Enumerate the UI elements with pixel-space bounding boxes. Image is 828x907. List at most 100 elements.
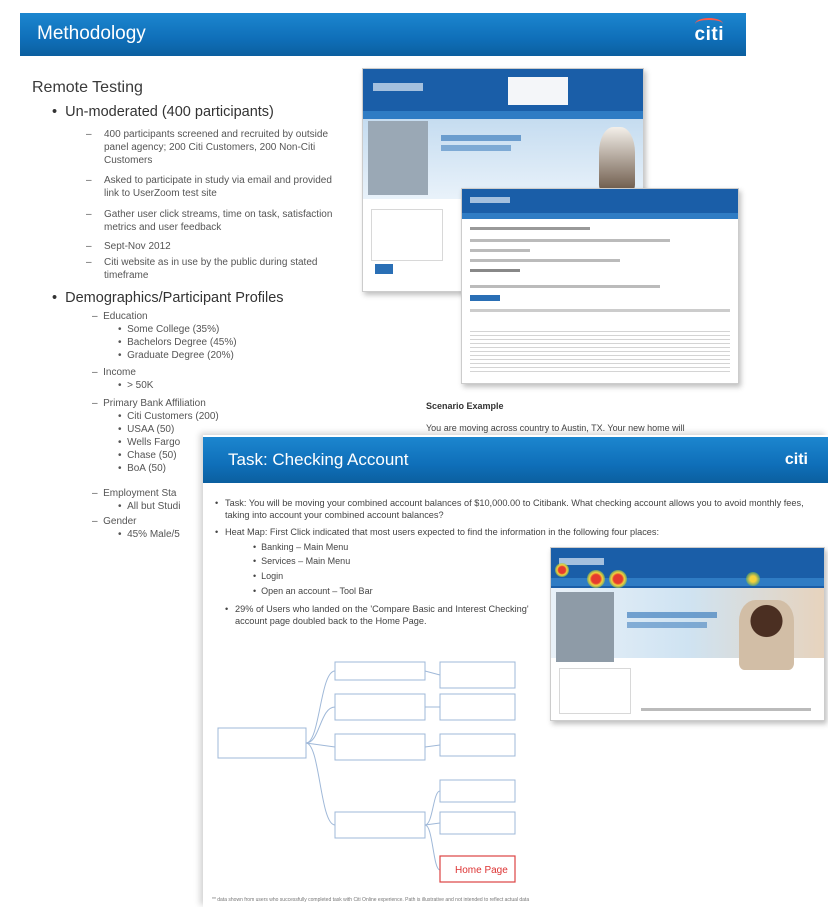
screenshot-line: [470, 269, 520, 272]
path-node: [439, 779, 516, 803]
demo-employment-item: • All but Studi: [118, 501, 181, 512]
demo-item-text: Citi Customers (200): [127, 411, 219, 422]
sub-bullet-clickstreams: – Gather user click streams, time on task…: [86, 208, 342, 234]
demo-income-item: • > 50K: [118, 380, 154, 391]
citi-logo: citi: [694, 18, 724, 46]
sub-bullet-text: 400 participants screened and recruited …: [104, 129, 329, 166]
demo-item-text: USAA (50): [127, 424, 175, 435]
citi-logo: citi: [784, 451, 808, 468]
screenshot-sidebar: [556, 592, 614, 662]
methodology-banner: Methodology citi: [20, 13, 746, 56]
screenshot-logo-placeholder: [373, 83, 423, 91]
screenshot-logo-placeholder: [470, 197, 510, 203]
screenshot-hero-person: [739, 600, 794, 670]
sub-bullet-email: – Asked to participate in study via email…: [86, 174, 342, 200]
screenshot-line: [470, 285, 660, 288]
bullet-unmoderated-text: Un-moderated (400 participants): [65, 104, 274, 120]
path-edge: [424, 824, 441, 871]
demo-label-text: Education: [103, 311, 148, 322]
task-title: Task: Checking Account: [228, 450, 409, 469]
demo-bank-item: • Citi Customers (200): [118, 411, 219, 422]
screenshot-fine-print: [470, 331, 730, 373]
place-item: • Open an account – Tool Bar: [253, 586, 373, 596]
path-node: [334, 733, 426, 761]
heat-spot-banking-icon: [587, 570, 605, 588]
screenshot-line: [470, 249, 530, 252]
bullet-demographics: • Demographics/Participant Profiles: [52, 290, 284, 306]
account-page-screenshot: [461, 188, 739, 384]
checking-account-slide: Task: Checking Account citi • Task: You w…: [203, 435, 828, 907]
demo-education-item: • Bachelors Degree (45%): [118, 337, 237, 348]
screenshot-sidebar: [368, 121, 428, 195]
screenshot-line: [470, 309, 730, 312]
place-item-text: Login: [261, 571, 284, 581]
demo-item-text: BoA (50): [127, 463, 166, 474]
sub-bullet-text: Sept-Nov 2012: [104, 241, 171, 252]
demo-gender-item: • 45% Male/5: [118, 529, 180, 540]
demo-item-text: Graduate Degree (20%): [127, 350, 234, 361]
demo-label-text: Gender: [103, 516, 137, 527]
path-node: [334, 693, 426, 721]
task-banner: Task: Checking Account citi: [203, 437, 828, 483]
screenshot-footer: [641, 708, 811, 711]
path-node-start: [217, 727, 307, 759]
screenshot-hero-text: [441, 145, 511, 151]
task-description: • Task: You will be moving your combined …: [215, 498, 804, 520]
demo-bank-label: – Primary Bank Affiliation: [92, 398, 206, 409]
heat-spot-open-account-icon: [746, 572, 760, 586]
demo-label-text: Employment Sta: [103, 488, 177, 499]
path-edge: [424, 744, 441, 748]
path-edge: [305, 706, 336, 744]
place-item-text: Services – Main Menu: [261, 556, 351, 566]
demo-income-label: – Income: [92, 367, 136, 378]
heatmap-description-text: Heat Map: First Click indicated that mos…: [225, 527, 660, 537]
path-edge: [305, 742, 336, 826]
screenshot-nav: [363, 111, 643, 119]
screenshot-tab: [470, 295, 500, 301]
demo-item-text: All but Studi: [127, 501, 181, 512]
screenshot-login-box: [508, 77, 568, 105]
screenshot-line: [470, 259, 620, 262]
path-edge: [424, 670, 441, 676]
path-node: [439, 661, 516, 689]
demo-label-text: Income: [103, 367, 136, 378]
screenshot-line: [470, 227, 590, 230]
screenshot-hero-text: [627, 622, 707, 628]
heatmap-screenshot: [550, 547, 825, 721]
heatmap-description: • Heat Map: First Click indicated that mo…: [215, 527, 660, 537]
heat-spot-services-icon: [609, 570, 627, 588]
screenshot-hero-person: [599, 127, 635, 191]
path-edge: [424, 790, 441, 826]
scenario-label: Scenario Example: [426, 401, 504, 411]
screenshot-panel: [371, 209, 443, 261]
demo-item-text: > 50K: [127, 380, 154, 391]
bullet-unmoderated: • Un-moderated (400 participants): [52, 104, 274, 120]
screenshot-panel: [559, 668, 631, 714]
path-edge: [305, 670, 336, 744]
sub-bullet-text: Gather user click streams, time on task,…: [104, 209, 333, 233]
screenshot-line: [470, 239, 670, 242]
path-node: [439, 811, 516, 835]
demo-education-item: • Some College (35%): [118, 324, 220, 335]
sub-bullet-dates: – Sept-Nov 2012: [86, 240, 342, 253]
sub-bullet-text: Asked to participate in study via email …: [104, 175, 332, 199]
sub-bullet-website: – Citi website as in use by the public du…: [86, 256, 342, 282]
path-node: [334, 811, 426, 839]
screenshot-button: [375, 264, 393, 274]
screenshot-hero-text: [441, 135, 521, 141]
logo-arc-icon: [694, 18, 723, 30]
demo-item-text: Chase (50): [127, 450, 177, 461]
demo-label-text: Primary Bank Affiliation: [103, 398, 206, 409]
path-node: [334, 661, 426, 681]
demo-bank-item: • BoA (50): [118, 463, 166, 474]
demo-bank-item: • USAA (50): [118, 424, 175, 435]
home-page-label: Home Page: [455, 865, 508, 876]
slide-title: Methodology: [37, 23, 146, 44]
place-item: • Services – Main Menu: [253, 556, 351, 566]
path-node: [439, 733, 516, 757]
demo-bank-item: • Chase (50): [118, 450, 177, 461]
scenario-text: You are moving across country to Austin,…: [426, 423, 685, 433]
bullet-demographics-text: Demographics/Participant Profiles: [65, 290, 284, 306]
screenshot-hero-text: [627, 612, 717, 618]
demo-education-label: – Education: [92, 311, 148, 322]
